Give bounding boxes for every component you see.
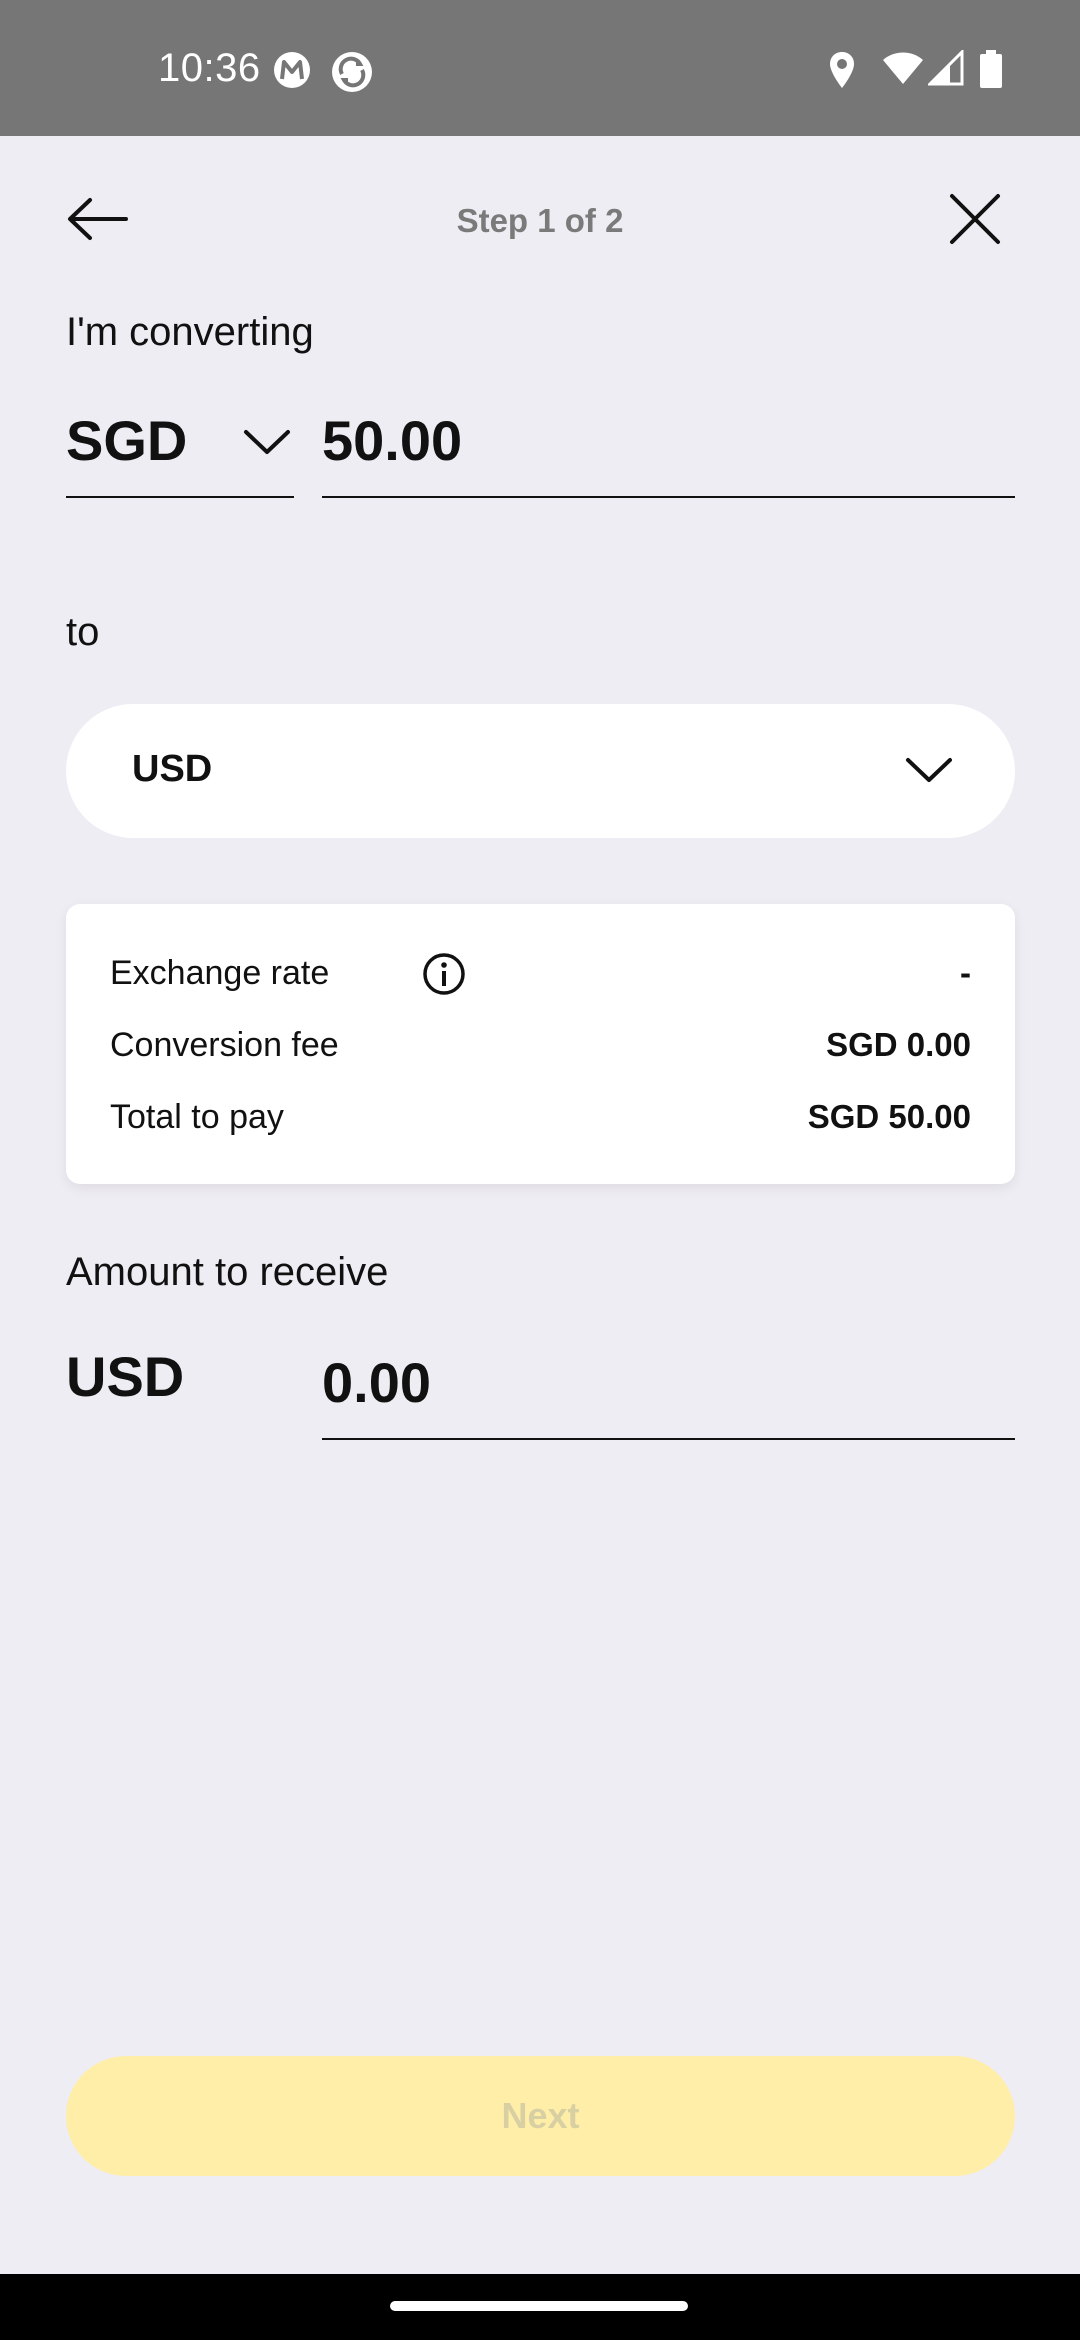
chevron-down-icon xyxy=(906,758,952,782)
next-button[interactable]: Next xyxy=(66,2056,1015,2176)
from-currency-code: SGD xyxy=(66,409,188,472)
total-to-pay-label: Total to pay xyxy=(110,1098,284,1136)
motion-app-icon xyxy=(274,52,310,88)
home-indicator[interactable] xyxy=(390,2301,688,2311)
receive-amount-input[interactable]: 0.00 xyxy=(322,1342,1015,1440)
exchange-rate-value: - xyxy=(960,954,971,991)
status-bar: 10:36 xyxy=(0,0,1080,136)
total-to-pay-value: SGD 50.00 xyxy=(807,1098,971,1135)
from-currency-dropdown[interactable]: SGD xyxy=(66,400,294,498)
chevron-down-icon xyxy=(244,430,290,454)
close-icon[interactable] xyxy=(940,184,1010,254)
to-currency-code: USD xyxy=(132,748,213,790)
signal-icon xyxy=(928,50,964,86)
exchange-rate-row: Exchange rate - xyxy=(110,952,971,1004)
battery-icon xyxy=(980,50,1002,88)
receive-currency-code: USD xyxy=(66,1345,185,1408)
total-to-pay-row: Total to pay SGD 50.00 xyxy=(110,1098,971,1148)
amount-value: 50.00 xyxy=(322,409,463,472)
to-label: to xyxy=(66,610,100,654)
receive-label: Amount to receive xyxy=(66,1250,389,1294)
back-arrow-icon[interactable] xyxy=(60,184,140,254)
location-icon xyxy=(830,52,854,88)
exchange-rate-label: Exchange rate xyxy=(110,954,330,992)
status-time: 10:36 xyxy=(158,46,261,90)
conversion-fee-value: SGD 0.00 xyxy=(826,1026,971,1063)
navigation-bar xyxy=(0,2274,1080,2340)
to-currency-dropdown[interactable]: USD xyxy=(66,704,1015,838)
info-icon[interactable] xyxy=(422,952,466,996)
conversion-summary-card: Exchange rate - Conversion fee SGD 0.00 … xyxy=(66,904,1015,1184)
receive-amount-value: 0.00 xyxy=(322,1351,431,1414)
sync-app-icon xyxy=(332,52,372,92)
wifi-icon xyxy=(883,52,923,84)
conversion-fee-label: Conversion fee xyxy=(110,1026,339,1064)
amount-input[interactable]: 50.00 xyxy=(322,400,1015,498)
step-indicator: Step 1 of 2 xyxy=(456,202,624,239)
converting-label: I'm converting xyxy=(66,310,314,354)
conversion-fee-row: Conversion fee SGD 0.00 xyxy=(110,1026,971,1076)
